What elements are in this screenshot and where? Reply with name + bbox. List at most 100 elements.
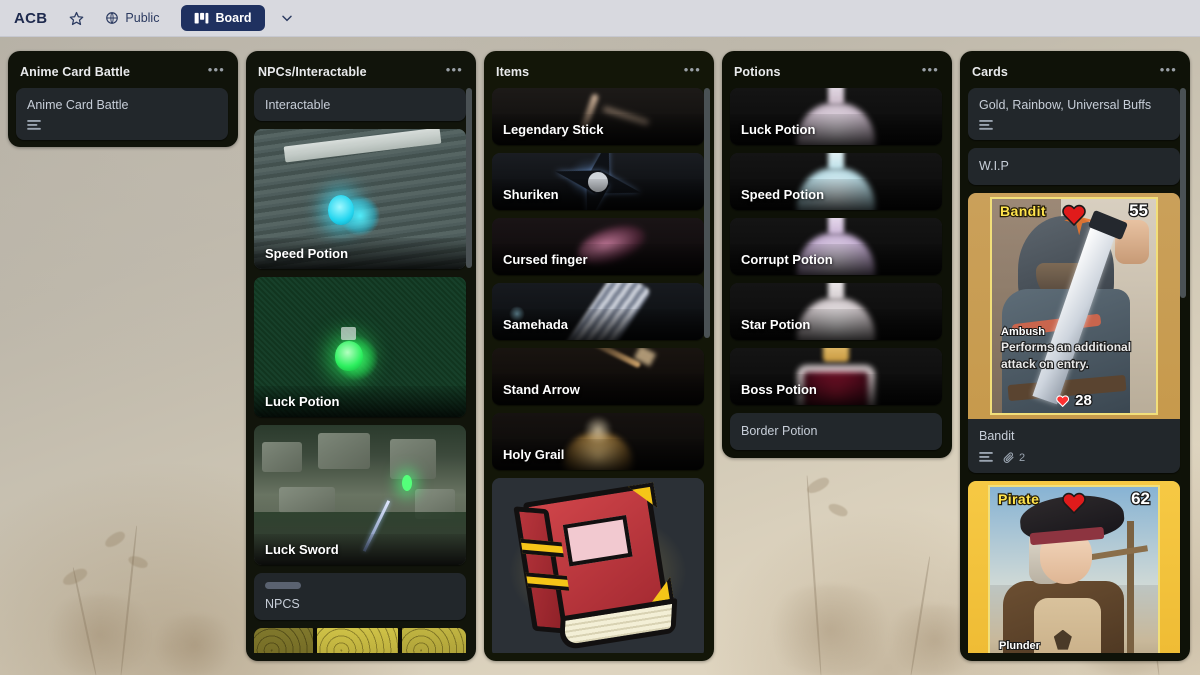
card-title: Interactable bbox=[265, 98, 331, 112]
card-luck-potion[interactable]: Luck Potion bbox=[730, 88, 942, 145]
card-title: Samehada bbox=[492, 309, 704, 340]
card-sponge[interactable] bbox=[254, 628, 466, 653]
description-icon bbox=[27, 120, 41, 132]
list-cards: Anime Card Battle bbox=[16, 88, 234, 140]
game-card-ability-desc: Performs an additional attack on entry. bbox=[1000, 339, 1132, 372]
card-title: Boss Potion bbox=[730, 374, 942, 405]
game-card-ability-name: Ambush bbox=[1000, 325, 1046, 339]
card-title: Corrupt Potion bbox=[730, 244, 942, 275]
list-title[interactable]: Cards bbox=[972, 65, 1008, 79]
game-card-attack-value: 28 bbox=[1074, 391, 1093, 410]
card-cover-image bbox=[492, 478, 704, 653]
card-title: Stand Arrow bbox=[492, 374, 704, 405]
card-title: Border Potion bbox=[741, 424, 818, 438]
list-potions[interactable]: Potions ••• Luck Potion Speed Potion Cor… bbox=[722, 51, 952, 458]
card-luck-potion[interactable]: Luck Potion bbox=[254, 277, 466, 417]
list-items[interactable]: Items ••• Legendary Stick Shuriken Curse… bbox=[484, 51, 714, 661]
card-npcs[interactable]: NPCS bbox=[254, 573, 466, 620]
list-cards: Luck Potion Speed Potion Corrupt Potion bbox=[730, 88, 948, 450]
list-scrollbar[interactable] bbox=[704, 88, 710, 338]
game-card-name: Pirate bbox=[997, 490, 1040, 508]
card-title: Bandit bbox=[979, 429, 1015, 443]
card-speed-potion[interactable]: Speed Potion bbox=[254, 129, 466, 269]
list-title[interactable]: Potions bbox=[734, 65, 781, 79]
card-label-chip[interactable] bbox=[265, 582, 301, 589]
list-header: NPCs/Interactable ••• bbox=[254, 59, 472, 88]
card-bandit[interactable]: Bandit 55 Ambush Performs an additional … bbox=[968, 193, 1180, 473]
attachment-count: 2 bbox=[1019, 451, 1026, 464]
card-title: Legendary Stick bbox=[492, 114, 704, 145]
board-header-bar: ACB Public Board bbox=[0, 0, 1200, 37]
list-menu-icon[interactable]: ••• bbox=[919, 63, 942, 80]
game-card-ability: Plunder Steal 10% of the opponent's atta… bbox=[998, 639, 1149, 653]
list-cards-collection[interactable]: Cards ••• Gold, Rainbow, Universal Buffs bbox=[960, 51, 1190, 661]
list-npcs-interactable[interactable]: NPCs/Interactable ••• Interactable Speed… bbox=[246, 51, 476, 661]
list-scrollbar[interactable] bbox=[466, 88, 472, 268]
list-scrollbar[interactable] bbox=[1180, 88, 1186, 298]
card-interactable[interactable]: Interactable bbox=[254, 88, 466, 121]
card-cursed-finger[interactable]: Cursed finger bbox=[492, 218, 704, 275]
card-title: Speed Potion bbox=[730, 179, 942, 210]
game-card-hp: 62 bbox=[1130, 488, 1152, 510]
list-header: Anime Card Battle ••• bbox=[16, 59, 234, 88]
list-title[interactable]: NPCs/Interactable bbox=[258, 65, 367, 79]
card-luck-sword[interactable]: Luck Sword bbox=[254, 425, 466, 565]
board-canvas[interactable]: Anime Card Battle ••• Anime Card Battle bbox=[0, 37, 1200, 675]
card-star-potion[interactable]: Star Potion bbox=[730, 283, 942, 340]
card-gold-rainbow-universal-buffs[interactable]: Gold, Rainbow, Universal Buffs bbox=[968, 88, 1180, 140]
view-board-label: Board bbox=[215, 11, 252, 25]
card-wip[interactable]: W.I.P bbox=[968, 148, 1180, 185]
list-header: Potions ••• bbox=[730, 59, 948, 88]
game-card-ability: Ambush Performs an additional attack on … bbox=[1000, 325, 1147, 373]
game-card-ability-name: Plunder bbox=[998, 639, 1041, 653]
card-anime-card-battle[interactable]: Anime Card Battle bbox=[16, 88, 228, 140]
board-icon bbox=[194, 12, 209, 25]
list-cards[interactable]: Interactable Speed Potion Luck Potion Lu… bbox=[254, 88, 472, 653]
card-shuriken[interactable]: Shuriken bbox=[492, 153, 704, 210]
game-card-attack: 28 bbox=[1056, 391, 1093, 410]
view-board-button[interactable]: Board bbox=[181, 5, 265, 31]
description-icon bbox=[979, 120, 993, 132]
card-badges bbox=[27, 120, 218, 132]
list-menu-icon[interactable]: ••• bbox=[205, 63, 228, 80]
card-title: NPCS bbox=[265, 597, 300, 611]
card-pirate[interactable]: Pirate 62 Plunder Steal 10% of the oppon… bbox=[968, 481, 1180, 653]
card-border-potion[interactable]: Border Potion bbox=[730, 413, 942, 450]
attack-heart-icon bbox=[1056, 394, 1070, 407]
list-cards[interactable]: Gold, Rainbow, Universal Buffs W.I.P Ban… bbox=[968, 88, 1186, 653]
list-title[interactable]: Items bbox=[496, 65, 529, 79]
game-card-frame: Pirate 62 Plunder Steal 10% of the oppon… bbox=[968, 481, 1180, 653]
list-anime-card-battle[interactable]: Anime Card Battle ••• Anime Card Battle bbox=[8, 51, 238, 147]
card-title: Luck Potion bbox=[254, 386, 466, 417]
card-title: Speed Potion bbox=[254, 238, 466, 269]
card-stand-arrow[interactable]: Stand Arrow bbox=[492, 348, 704, 405]
game-card-hp: 55 bbox=[1128, 200, 1150, 222]
card-badges bbox=[979, 120, 1170, 132]
card-holy-grail[interactable]: Holy Grail bbox=[492, 413, 704, 470]
board-name[interactable]: ACB bbox=[14, 10, 47, 27]
card-boss-potion[interactable]: Boss Potion bbox=[730, 348, 942, 405]
chevron-down-icon[interactable] bbox=[275, 6, 299, 30]
card-badges: 2 bbox=[979, 451, 1170, 464]
card-samehada[interactable]: Samehada bbox=[492, 283, 704, 340]
card-corrupt-potion[interactable]: Corrupt Potion bbox=[730, 218, 942, 275]
card-title: Luck Sword bbox=[254, 534, 466, 565]
card-title: Gold, Rainbow, Universal Buffs bbox=[979, 98, 1152, 112]
globe-icon bbox=[105, 11, 119, 25]
card-speed-potion[interactable]: Speed Potion bbox=[730, 153, 942, 210]
list-menu-icon[interactable]: ••• bbox=[681, 63, 704, 80]
card-title: Shuriken bbox=[492, 179, 704, 210]
card-book[interactable] bbox=[492, 478, 704, 653]
list-cards[interactable]: Legendary Stick Shuriken Cursed finger S… bbox=[492, 88, 710, 653]
star-icon[interactable] bbox=[63, 5, 89, 31]
paperclip-icon bbox=[1003, 451, 1015, 464]
list-menu-icon[interactable]: ••• bbox=[443, 63, 466, 80]
card-title: Cursed finger bbox=[492, 244, 704, 275]
game-card-inner: Bandit 55 Ambush Performs an additional … bbox=[990, 197, 1158, 415]
card-legendary-stick[interactable]: Legendary Stick bbox=[492, 88, 704, 145]
list-title[interactable]: Anime Card Battle bbox=[20, 65, 130, 79]
card-title: Luck Potion bbox=[730, 114, 942, 145]
board-visibility-button[interactable]: Public bbox=[97, 7, 167, 29]
list-menu-icon[interactable]: ••• bbox=[1157, 63, 1180, 80]
list-header: Cards ••• bbox=[968, 59, 1186, 88]
